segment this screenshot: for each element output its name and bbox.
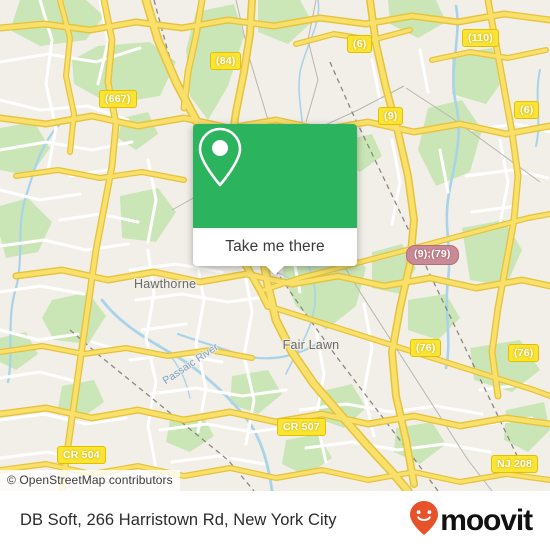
place-label-hawthorne: Hawthorne: [134, 277, 197, 291]
route-shield-cr-507: CR 507: [277, 418, 326, 436]
callout-header: [193, 124, 357, 228]
route-shield-9-79: (9);(79): [406, 245, 459, 265]
moovit-smiley-pin-icon: [409, 500, 439, 541]
route-shield-667: (667): [99, 90, 137, 108]
location-address-title: DB Soft, 266 Harristown Rd, New York Cit…: [20, 511, 337, 529]
route-shield-76-left: (76): [410, 339, 442, 357]
place-label-fair-lawn: Fair Lawn: [282, 338, 340, 352]
route-shield-84: (84): [210, 52, 242, 70]
callout-action-bar[interactable]: Take me there: [193, 228, 357, 275]
moovit-map-screenshot: Hawthorne Fair Lawn Passaic River (84) (…: [0, 0, 550, 550]
map-canvas[interactable]: Hawthorne Fair Lawn Passaic River (84) (…: [0, 0, 550, 491]
route-shield-nj-208: NJ 208: [491, 455, 539, 473]
route-shield-9: (9): [378, 107, 404, 125]
callout-pointer-tail: [266, 266, 284, 275]
route-shield-6-right: (6): [514, 101, 540, 119]
location-callout-card[interactable]: Take me there: [193, 124, 357, 275]
take-me-there-label: Take me there: [225, 238, 325, 255]
route-shield-cr-504: CR 504: [57, 446, 106, 464]
moovit-wordmark: moovit: [440, 503, 533, 537]
map-attribution[interactable]: © OpenStreetMap contributors: [0, 470, 180, 491]
route-shield-110: (110): [462, 29, 499, 47]
moovit-brand-logo[interactable]: moovit: [409, 500, 533, 541]
footer-bar: DB Soft, 266 Harristown Rd, New York Cit…: [0, 491, 550, 550]
route-shield-76-right: (76): [508, 344, 540, 362]
route-shield-6-top: (6): [347, 35, 373, 53]
